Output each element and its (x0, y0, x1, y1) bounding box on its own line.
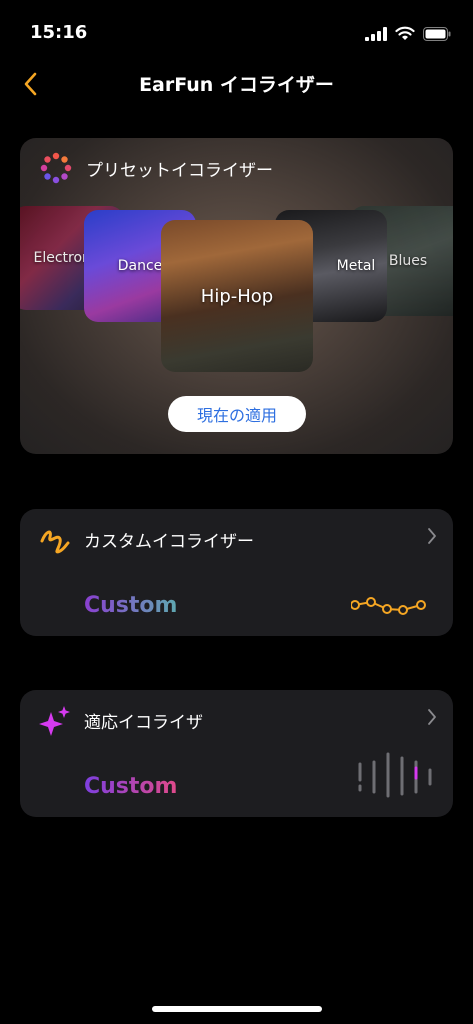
waveform-icon (358, 752, 432, 798)
home-indicator[interactable] (152, 1006, 322, 1012)
sparkle-icon (39, 706, 70, 736)
custom-eq-title: カスタムイコライザー (84, 532, 254, 552)
custom-eq-value: Custom (84, 593, 178, 618)
apply-current-button[interactable]: 現在の適用 (168, 396, 306, 432)
preset-dots-icon (40, 152, 72, 184)
preset-eq-card: プリセットイコライザー Electronic Blues Dance Metal… (20, 138, 453, 454)
adaptive-eq-card[interactable]: 適応イコライザ Custom (20, 690, 453, 817)
status-time: 15:16 (30, 22, 88, 43)
preset-eq-header: プリセットイコライザー (40, 152, 273, 184)
preset-eq-title: プリセットイコライザー (86, 160, 273, 181)
chevron-right-icon (428, 709, 436, 725)
custom-eq-card[interactable]: カスタムイコライザー Custom (20, 509, 453, 636)
status-icons (365, 26, 451, 41)
preset-label: Blues (388, 253, 428, 269)
chevron-right-icon (428, 528, 436, 544)
battery-icon (423, 26, 451, 41)
signal-icon (365, 26, 387, 41)
eq-curve-icon (351, 597, 426, 615)
preset-hip-hop[interactable]: Hip-Hop (161, 220, 313, 372)
preset-label: Hip-Hop (200, 285, 274, 307)
preset-label: Dance (117, 258, 163, 274)
adaptive-eq-value: Custom (84, 774, 178, 799)
wifi-icon (395, 26, 415, 40)
page-title: EarFun イコライザー (139, 74, 334, 96)
squiggle-icon (40, 530, 70, 554)
adaptive-eq-title: 適応イコライザ (84, 713, 203, 733)
